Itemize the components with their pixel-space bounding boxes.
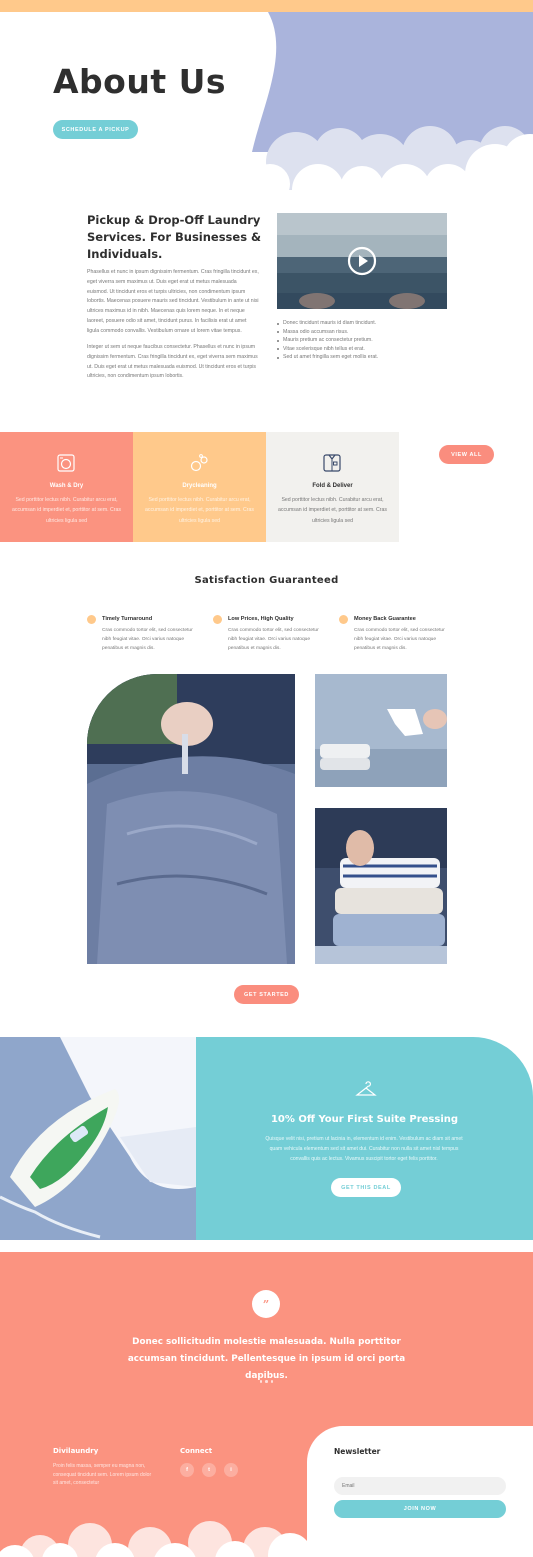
hanger-icon — [355, 1080, 377, 1100]
service-card-fold-deliver[interactable]: Fold & Deliver Sed porttitor lectus nibh… — [266, 432, 399, 542]
hero-sky-illustration — [0, 12, 533, 190]
clock-icon — [87, 615, 96, 624]
tag-icon — [213, 615, 222, 624]
feature-desc: Cras commodo tortor elit, sed consectetu… — [354, 628, 445, 651]
schedule-pickup-button[interactable]: SCHEDULE A PICKUP — [53, 120, 138, 139]
footer-brand: Divilaundry — [53, 1447, 99, 1455]
service-card-drycleaning[interactable]: Drycleaning Sed porttitor lectus nibh. C… — [133, 432, 266, 542]
email-field[interactable] — [334, 1477, 506, 1495]
steamer-towels-photo — [315, 674, 447, 787]
folded-clothes-photo — [315, 808, 447, 964]
service-desc: Sed porttitor lectus nibh. Curabitur arc… — [278, 497, 387, 524]
get-started-button[interactable]: GET STARTED — [234, 985, 299, 1004]
list-item: Vitae scelerisque nibh tellus et erat. — [277, 345, 447, 354]
service-title: Drycleaning — [182, 483, 217, 489]
intro-paragraph: Phasellus et nunc in ipsum dignissim fer… — [87, 269, 259, 334]
promo-desc: Quisque velit nisi, pretium ut lacinia i… — [265, 1136, 463, 1162]
washing-machine-icon — [55, 452, 77, 474]
top-accent-strip — [0, 0, 533, 12]
footer-connect-title: Connect — [180, 1447, 213, 1455]
intro-paragraph: Integer ut sem ut neque faucibus consect… — [87, 344, 258, 380]
testimonial-text: Donec sollicitudin molestie malesuada. N… — [127, 1337, 406, 1381]
section-title: Satisfaction Guaranteed — [194, 575, 339, 586]
list-item: Donec tincidunt mauris id diam tincidunt… — [277, 319, 447, 328]
newsletter-title: Newsletter — [334, 1447, 381, 1456]
bubbles-icon — [188, 452, 210, 474]
join-now-button[interactable]: JOIN NOW — [334, 1500, 506, 1518]
view-all-button[interactable]: VIEW ALL — [439, 445, 494, 464]
check-badge-icon — [339, 615, 348, 624]
promo-title: 10% Off Your First Suite Pressing — [270, 1114, 459, 1125]
play-icon[interactable] — [347, 246, 377, 276]
twitter-icon[interactable]: t — [202, 1463, 216, 1477]
facebook-icon[interactable]: f — [180, 1463, 194, 1477]
page-title: About Us — [53, 62, 227, 101]
list-item: Mauris pretium ac consectetur pretium. — [277, 336, 447, 345]
testimonial-pagination[interactable] — [0, 1380, 533, 1383]
feature-desc: Cras commodo tortor elit, sed consectetu… — [102, 628, 193, 651]
iron-shirt-photo — [0, 1037, 196, 1240]
list-item: Massa odio accumsan risus. — [277, 328, 447, 337]
feature-desc: Cras commodo tortor elit, sed consectetu… — [228, 628, 319, 651]
get-deal-button[interactable]: GET THIS DEAL — [331, 1178, 401, 1197]
folded-shirt-icon — [321, 452, 343, 474]
footer-clouds-illustration — [0, 1515, 307, 1557]
quote-icon: ” — [252, 1290, 280, 1318]
feature-title: Low Prices, High Quality — [228, 616, 294, 622]
service-desc: Sed porttitor lectus nibh. Curabitur arc… — [12, 497, 121, 524]
intro-bullet-list: Donec tincidunt mauris id diam tincidunt… — [277, 319, 447, 362]
footer-brand-desc: Proin felis massa, semper eu magna non, … — [53, 1463, 152, 1487]
instagram-icon[interactable]: i — [224, 1463, 238, 1477]
pagination-dot[interactable] — [265, 1380, 268, 1383]
service-title: Fold & Deliver — [312, 483, 353, 489]
service-desc: Sed porttitor lectus nibh. Curabitur arc… — [145, 497, 254, 524]
pagination-dot[interactable] — [270, 1380, 274, 1383]
pagination-dot[interactable] — [259, 1380, 263, 1383]
drycleaning-bag-photo — [87, 674, 295, 964]
feature-title: Money Back Guarantee — [354, 616, 416, 622]
list-item: Sed ut amet fringilla sem eget mollis er… — [277, 353, 447, 362]
intro-heading: Pickup & Drop-Off Laundry Services. For … — [87, 213, 262, 261]
feature-title: Timely Turnaround — [102, 616, 153, 622]
service-title: Wash & Dry — [49, 483, 84, 489]
service-card-wash-dry[interactable]: Wash & Dry Sed porttitor lectus nibh. Cu… — [0, 432, 133, 542]
